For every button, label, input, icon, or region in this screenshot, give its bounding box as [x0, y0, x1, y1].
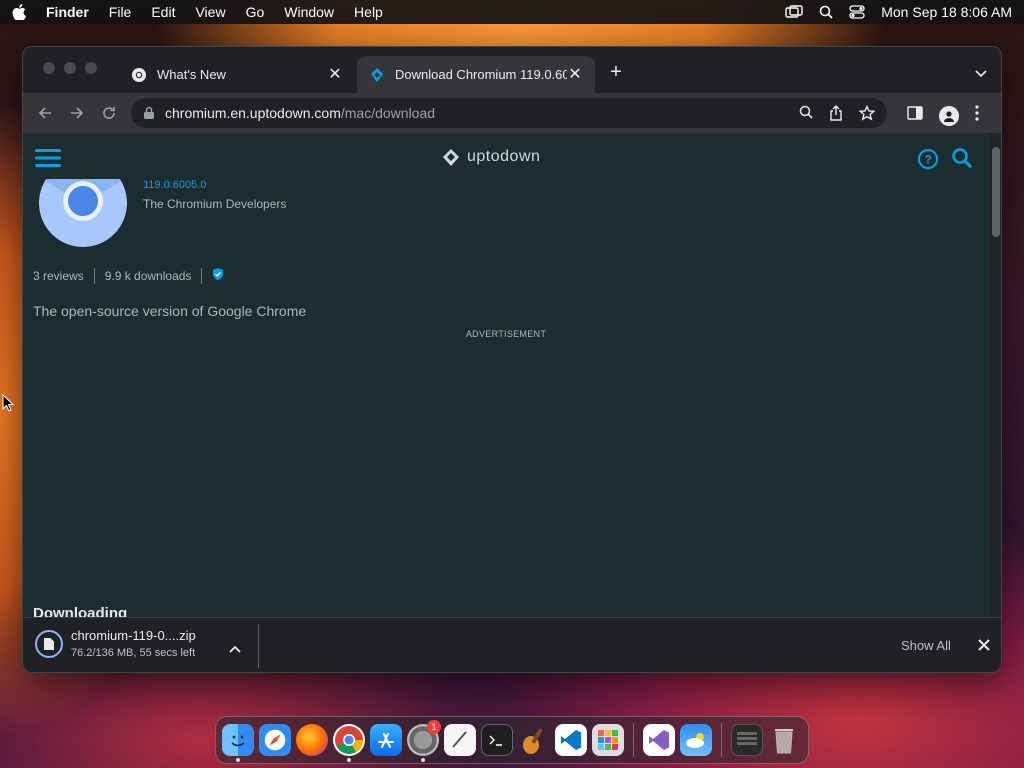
download-filename: chromium-119-0....zip: [71, 628, 196, 643]
url-path: /mac/download: [340, 105, 436, 121]
menu-window[interactable]: Window: [284, 4, 334, 20]
notification-badge: 1: [427, 720, 441, 734]
tab-strip: What's New ✕ Download Chromium 119.0.600…: [23, 47, 1001, 93]
verified-shield-icon: [212, 267, 224, 284]
file-icon: [35, 629, 63, 658]
finder-icon[interactable]: [222, 724, 254, 762]
tab-title: Download Chromium 119.0.600: [395, 67, 567, 82]
visual-studio-icon[interactable]: [643, 724, 675, 756]
garageband-icon[interactable]: [518, 724, 550, 756]
web-page: uptodown ? 119.0.6005.0 The Chromium Dev…: [23, 133, 989, 617]
menu-clock[interactable]: Mon Sep 18 8:06 AM: [881, 4, 1012, 20]
trash-icon[interactable]: [768, 724, 800, 756]
app-stats: 3 reviews 9.9 k downloads: [33, 267, 224, 284]
menu-go[interactable]: Go: [246, 4, 265, 20]
vscode-icon[interactable]: [555, 724, 587, 756]
control-center-icon[interactable]: [849, 5, 865, 19]
zoom-window-button[interactable]: [85, 62, 97, 74]
spotlight-icon[interactable]: [819, 5, 833, 19]
tab-download-chromium[interactable]: Download Chromium 119.0.600 ✕: [357, 56, 595, 93]
reviews-count[interactable]: 3 reviews: [33, 269, 84, 283]
divider: [201, 267, 203, 284]
safari-icon[interactable]: [259, 724, 291, 756]
tab-search-chevron-icon[interactable]: [975, 65, 987, 83]
download-status: 76.2/136 MB, 55 secs left: [71, 647, 196, 659]
downloads-count: 9.9 k downloads: [104, 268, 192, 283]
help-icon[interactable]: ?: [917, 148, 939, 175]
zoom-search-icon[interactable]: [799, 105, 813, 124]
apple-icon[interactable]: [12, 4, 26, 20]
chevron-up-icon[interactable]: [229, 640, 241, 658]
minimize-window-button[interactable]: [64, 62, 76, 74]
chrome-icon[interactable]: [333, 724, 365, 762]
divider: [93, 267, 95, 284]
uptodown-icon: [369, 67, 385, 83]
advertisement-label: ADVERTISEMENT: [465, 329, 547, 339]
running-indicator: [421, 758, 425, 762]
app-developer[interactable]: The Chromium Developers: [143, 197, 286, 211]
logo-text: uptodown: [467, 148, 541, 165]
close-icon[interactable]: [977, 638, 991, 657]
chromium-app-icon: [37, 171, 129, 251]
menu-app-name[interactable]: Finder: [46, 4, 89, 20]
activity-monitor-icon[interactable]: [731, 724, 763, 756]
url-host: chromium.en.uptodown.com: [165, 105, 341, 121]
new-tab-button[interactable]: +: [607, 62, 625, 82]
share-icon[interactable]: [829, 105, 843, 124]
menu-file[interactable]: File: [109, 4, 132, 20]
browser-toolbar: chromium.en.uptodown.com/mac/download: [23, 93, 1001, 133]
chrome-icon: [131, 67, 147, 83]
screen-mirroring-icon[interactable]: [785, 5, 803, 19]
dock-separator: [633, 723, 634, 757]
lock-icon[interactable]: [143, 106, 155, 120]
hamburger-menu-icon[interactable]: [35, 147, 61, 169]
reload-icon[interactable]: [101, 105, 117, 121]
firefox-icon[interactable]: [296, 724, 328, 756]
svg-text:?: ?: [924, 153, 931, 167]
menu-bar: Finder File Edit View Go Window Help Mon…: [0, 0, 1024, 24]
uptodown-logo-icon: [443, 149, 459, 166]
app-version: 119.0.6005.0: [143, 179, 207, 191]
page-scrollbar[interactable]: [989, 133, 1001, 617]
menu-help[interactable]: Help: [354, 4, 383, 20]
running-indicator: [236, 758, 240, 762]
dock: 1: [215, 716, 809, 764]
search-icon[interactable]: [951, 147, 973, 174]
download-shelf: chromium-119-0....zip 76.2/136 MB, 55 se…: [23, 617, 1001, 672]
browser-window: What's New ✕ Download Chromium 119.0.600…: [22, 46, 1002, 673]
app-store-icon[interactable]: [370, 724, 402, 756]
bookmark-star-icon[interactable]: [858, 104, 876, 124]
site-logo[interactable]: uptodown: [441, 147, 540, 167]
profile-avatar-icon[interactable]: [939, 105, 959, 126]
close-window-button[interactable]: [43, 62, 55, 74]
dock-separator: [721, 723, 722, 757]
terminal-icon[interactable]: [481, 724, 513, 756]
downloading-heading: Downloading: [33, 605, 128, 617]
menu-edit[interactable]: Edit: [151, 4, 175, 20]
download-item[interactable]: chromium-119-0....zip 76.2/136 MB, 55 se…: [35, 628, 196, 659]
site-header: uptodown ?: [23, 133, 989, 183]
close-tab-icon[interactable]: ✕: [327, 66, 343, 83]
show-all-button[interactable]: Show All: [901, 638, 951, 653]
kebab-menu-icon[interactable]: [975, 105, 979, 126]
menu-view[interactable]: View: [195, 4, 225, 20]
close-tab-icon[interactable]: ✕: [567, 66, 583, 83]
system-settings-icon[interactable]: 1: [407, 720, 441, 762]
scrollbar-thumb[interactable]: [992, 147, 1000, 237]
back-arrow-icon[interactable]: [37, 105, 53, 121]
tab-whats-new[interactable]: What's New ✕: [119, 56, 355, 93]
tab-title: What's New: [157, 67, 226, 82]
address-bar[interactable]: chromium.en.uptodown.com/mac/download: [131, 98, 887, 128]
weather-icon[interactable]: [680, 724, 712, 756]
app-description: The open-source version of Google Chrome: [33, 303, 307, 319]
launchpad-icon[interactable]: [592, 724, 624, 756]
running-indicator: [347, 758, 351, 762]
window-controls: [43, 62, 97, 74]
divider: [258, 624, 259, 668]
side-panel-icon[interactable]: [907, 106, 923, 125]
mouse-cursor-icon: [2, 393, 15, 417]
forward-arrow-icon[interactable]: [69, 105, 85, 121]
textedit-icon[interactable]: [444, 724, 476, 756]
